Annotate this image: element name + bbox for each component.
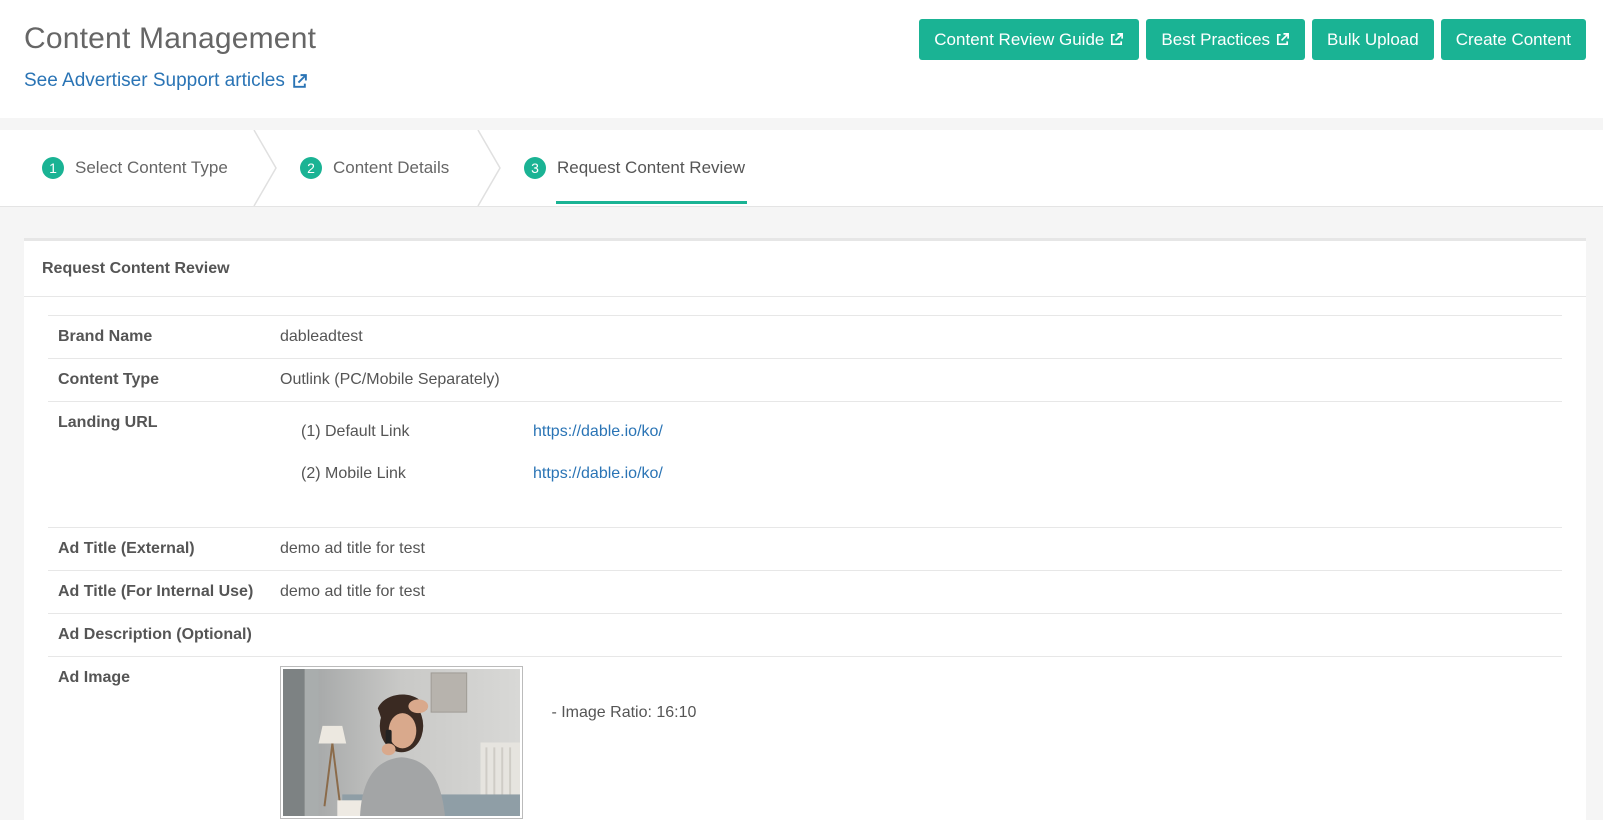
step-navigation: 1 Select Content Type 2 Content Details … <box>0 130 1603 207</box>
external-link-icon <box>1109 32 1124 47</box>
ad-title-external-label: Ad Title (External) <box>48 527 274 571</box>
ad-title-internal-label: Ad Title (For Internal Use) <box>48 570 274 614</box>
mobile-link-label: (2) Mobile Link <box>301 465 406 482</box>
step-label: Content Details <box>333 158 450 177</box>
table-row: Landing URL (1) Default Link https://dab… <box>48 401 1562 528</box>
best-practices-button[interactable]: Best Practices <box>1146 19 1306 60</box>
ad-description-label: Ad Description (Optional) <box>48 613 274 657</box>
active-step-indicator <box>556 201 747 204</box>
default-link-url[interactable]: https://dable.io/ko/ <box>533 423 663 441</box>
step-number: 3 <box>524 157 546 179</box>
landing-url-row: (2) Mobile Link https://dable.io/ko/ <box>280 453 1556 495</box>
content-type-label: Content Type <box>48 358 274 402</box>
step-request-content-review[interactable]: 3 Request Content Review <box>524 130 745 206</box>
mobile-link-url[interactable]: https://dable.io/ko/ <box>533 465 663 483</box>
content-type-value: Outlink (PC/Mobile Separately) <box>274 358 1562 402</box>
step-separator <box>477 130 501 206</box>
advertiser-support-link[interactable]: See Advertiser Support articles <box>24 70 308 92</box>
review-panel: Request Content Review Brand Name dablea… <box>24 238 1586 820</box>
step-number: 2 <box>300 157 322 179</box>
external-link-icon <box>1275 32 1290 47</box>
step-separator <box>253 130 277 206</box>
best-practices-label: Best Practices <box>1161 29 1271 49</box>
ad-image-thumbnail[interactable] <box>280 666 523 819</box>
ad-title-internal-value: demo ad title for test <box>274 570 1562 614</box>
default-link-label: (1) Default Link <box>301 423 410 440</box>
table-row: Ad Image - Image Ratio: 16:10 <box>48 656 1562 820</box>
ad-image-value: - Image Ratio: 16:10 <box>274 656 1562 820</box>
bulk-upload-button[interactable]: Bulk Upload <box>1312 19 1434 60</box>
landing-url-value: (1) Default Link https://dable.io/ko/ (2… <box>274 401 1562 528</box>
ad-image-label: Ad Image <box>48 656 274 820</box>
ad-description-value <box>274 613 1562 657</box>
brand-name-label: Brand Name <box>48 315 274 359</box>
landing-url-label: Landing URL <box>48 401 274 528</box>
ad-image-photo <box>283 669 520 816</box>
step-number: 1 <box>42 157 64 179</box>
landing-url-row: (1) Default Link https://dable.io/ko/ <box>280 411 1556 453</box>
table-row: Content Type Outlink (PC/Mobile Separate… <box>48 358 1562 402</box>
external-link-icon <box>291 73 308 90</box>
table-row: Ad Description (Optional) <box>48 613 1562 657</box>
brand-name-value: dableadtest <box>274 315 1562 359</box>
step-label: Request Content Review <box>557 158 746 177</box>
step-label: Select Content Type <box>75 158 228 177</box>
table-row: Ad Title (For Internal Use) demo ad titl… <box>48 570 1562 614</box>
image-ratio-note: - Image Ratio: 16:10 <box>551 704 697 721</box>
ad-title-external-value: demo ad title for test <box>274 527 1562 571</box>
table-row: Ad Title (External) demo ad title for te… <box>48 527 1562 571</box>
support-link-label: See Advertiser Support articles <box>24 70 285 91</box>
content-review-guide-button[interactable]: Content Review Guide <box>919 19 1140 60</box>
page-header: Content Management See Advertiser Suppor… <box>0 0 1603 118</box>
panel-title: Request Content Review <box>24 241 1586 297</box>
step-content-details[interactable]: 2 Content Details <box>300 130 449 206</box>
step-select-content-type[interactable]: 1 Select Content Type <box>42 130 228 206</box>
create-content-button[interactable]: Create Content <box>1440 19 1586 60</box>
table-row: Brand Name dableadtest <box>48 315 1562 359</box>
page-title: Content Management <box>24 22 317 55</box>
review-details-table: Brand Name dableadtest Content Type Outl… <box>48 315 1562 820</box>
header-actions: Content Review Guide Best Practices Bulk… <box>919 19 1586 60</box>
content-review-guide-label: Content Review Guide <box>934 29 1105 49</box>
